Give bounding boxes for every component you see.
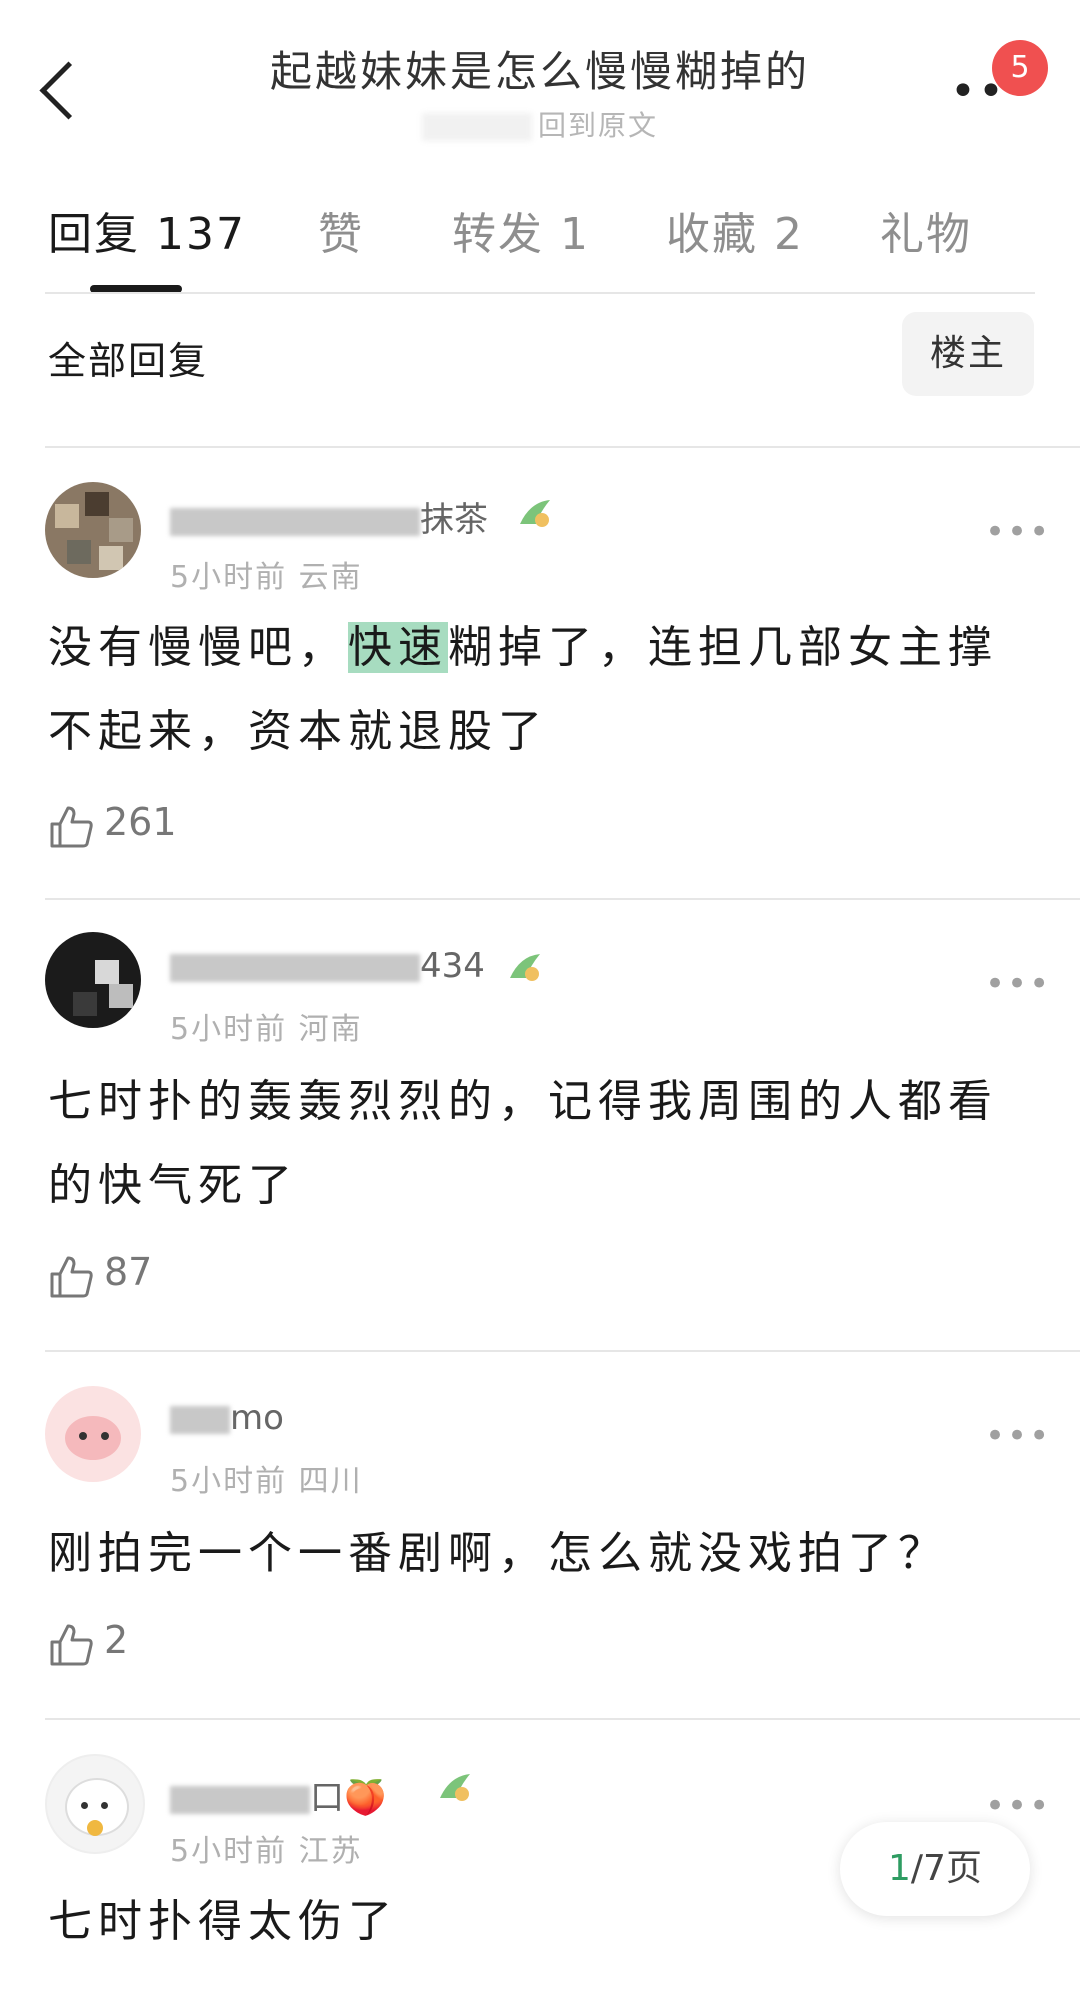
total-pages: /7页 xyxy=(910,1848,982,1889)
comment-text: 刚拍完一个一番剧啊，怎么就没戏拍了？ xyxy=(48,1528,948,1579)
like-count: 261 xyxy=(104,800,177,844)
divider xyxy=(45,446,1080,448)
subtitle-text: 回到原文 xyxy=(537,109,658,142)
page-title: 起越妹妹是怎么慢慢糊掉的 xyxy=(269,47,810,96)
thumbs-up-icon xyxy=(50,806,93,848)
username[interactable]: 434 xyxy=(170,946,485,986)
highlighted-text: 快速 xyxy=(348,622,448,673)
like-button[interactable]: 87 xyxy=(48,1250,152,1302)
avatar[interactable] xyxy=(45,1386,141,1482)
comment-more-button[interactable]: ••• xyxy=(985,964,1051,1004)
comment-divider xyxy=(45,898,1080,900)
username[interactable]: 抹茶 xyxy=(170,492,488,541)
avatar[interactable] xyxy=(45,932,141,1028)
tab-likes[interactable]: 赞 xyxy=(318,198,364,262)
avatar[interactable] xyxy=(45,1754,145,1854)
comment-meta: 5小时前 河南 xyxy=(170,1012,363,1047)
notification-badge: 5 xyxy=(992,40,1048,96)
like-count: 87 xyxy=(104,1250,153,1294)
tab-replies[interactable]: 回复 137 xyxy=(48,198,246,262)
blurred-region xyxy=(170,1785,310,1814)
level-badge-icon xyxy=(510,954,540,981)
comment-divider xyxy=(45,1350,1080,1352)
comment-more-button[interactable]: ••• xyxy=(985,1416,1051,1456)
like-button[interactable]: 261 xyxy=(48,800,177,852)
thumbs-up-icon xyxy=(50,1256,93,1298)
divider xyxy=(45,292,1035,294)
level-badge-icon xyxy=(440,1774,470,1801)
username[interactable]: 口🍑 xyxy=(170,1770,386,1819)
blurred-region xyxy=(170,507,420,536)
comment-meta: 5小时前 四川 xyxy=(170,1464,363,1499)
blurred-region xyxy=(170,1405,230,1434)
comment-meta: 5小时前 云南 xyxy=(170,560,363,595)
comment-text: 七时扑的轰轰烈烈的，记得我周围的人都看的快气死了 xyxy=(48,1076,998,1211)
tab-gifts[interactable]: 礼物 xyxy=(880,198,972,262)
op-only-button[interactable]: 楼主 xyxy=(902,312,1034,396)
thumbs-up-icon xyxy=(50,1624,93,1666)
comment-text: 没有慢慢吧，快速糊掉了，连担几部女主撑不起来，资本就退股了 xyxy=(48,622,998,757)
comment-more-button[interactable]: ••• xyxy=(985,512,1051,552)
comment-divider xyxy=(45,1718,1080,1720)
username[interactable]: mo xyxy=(170,1398,284,1438)
avatar[interactable] xyxy=(45,482,141,578)
blurred-region xyxy=(421,113,532,141)
all-replies-label: 全部回复 xyxy=(48,339,209,383)
page-indicator[interactable]: 1/7页 xyxy=(840,1822,1030,1916)
current-page: 1 xyxy=(888,1848,911,1889)
like-count: 2 xyxy=(104,1618,129,1662)
tab-favorites[interactable]: 收藏 2 xyxy=(666,198,804,262)
like-button[interactable]: 2 xyxy=(48,1618,128,1670)
back-to-original-link[interactable]: 回到原文 xyxy=(380,104,700,144)
comment-more-button[interactable]: ••• xyxy=(985,1786,1051,1826)
tab-reposts[interactable]: 转发 1 xyxy=(452,198,590,262)
blurred-region xyxy=(170,953,420,982)
level-badge-icon xyxy=(520,500,550,527)
comment-meta: 5小时前 江苏 xyxy=(170,1834,363,1869)
back-button[interactable] xyxy=(36,58,86,128)
